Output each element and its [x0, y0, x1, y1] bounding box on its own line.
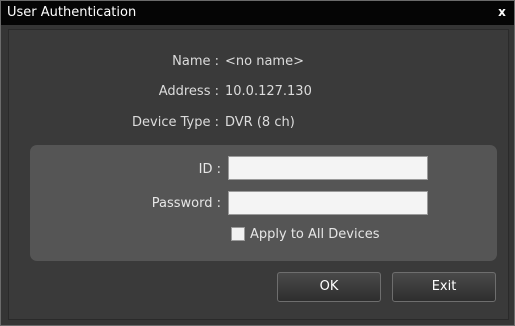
ok-button[interactable]: OK: [277, 272, 381, 302]
dialog-title: User Authentication: [7, 5, 137, 20]
device-type-label: Device Type :: [132, 115, 219, 130]
exit-button[interactable]: Exit: [392, 272, 496, 302]
id-label: ID :: [198, 162, 221, 177]
user-authentication-dialog: User Authentication x Name : <no name> A…: [0, 0, 515, 326]
id-input[interactable]: [228, 156, 428, 180]
close-icon[interactable]: x: [495, 4, 509, 20]
name-value: <no name>: [225, 54, 304, 69]
password-input[interactable]: [228, 191, 428, 215]
address-label: Address :: [158, 84, 219, 99]
apply-all-label[interactable]: Apply to All Devices: [250, 227, 380, 243]
title-bar[interactable]: User Authentication x: [1, 1, 514, 25]
address-value: 10.0.127.130: [225, 84, 312, 99]
name-label: Name :: [172, 54, 219, 69]
password-label: Password :: [151, 196, 221, 211]
device-type-value: DVR (8 ch): [225, 115, 295, 130]
apply-all-checkbox[interactable]: [231, 227, 245, 241]
